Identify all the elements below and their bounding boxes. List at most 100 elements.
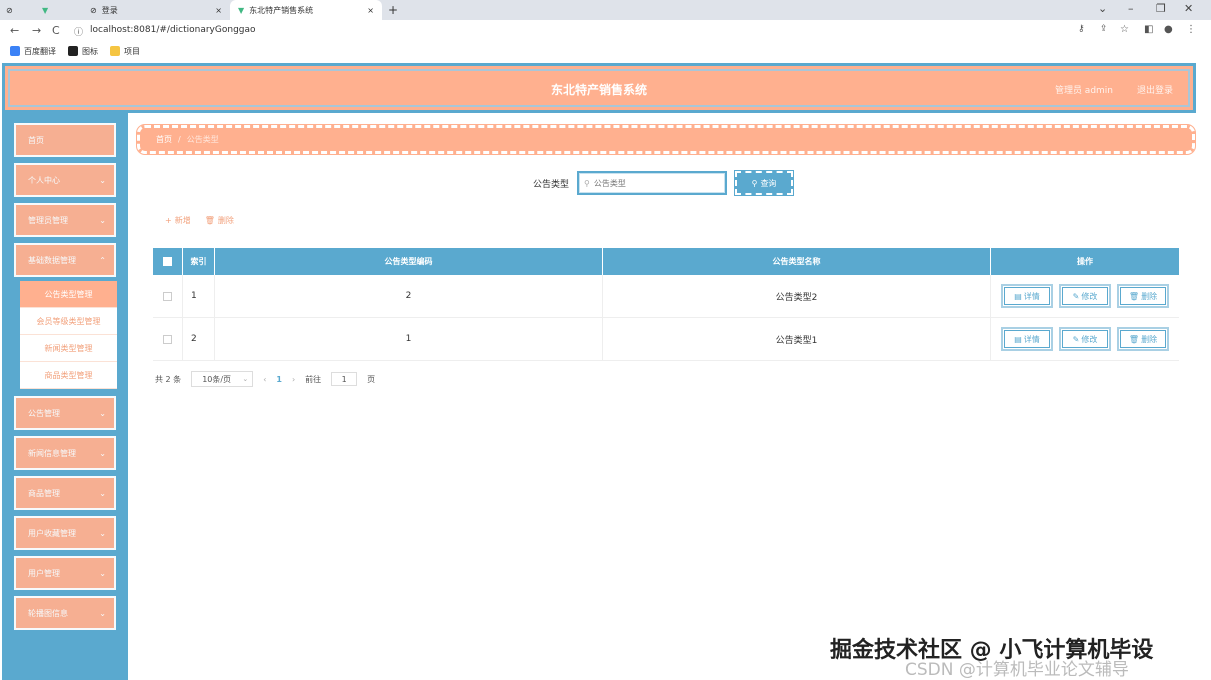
- sidepanel-icon[interactable]: ◧: [1144, 24, 1153, 35]
- header-name: 公告类型名称: [603, 248, 991, 275]
- url-input[interactable]: localhost:8081/#/dictionaryGonggao: [90, 25, 256, 35]
- share-icon[interactable]: ⇪: [1100, 24, 1108, 34]
- add-button[interactable]: + 新增: [165, 215, 191, 226]
- chevron-down-icon: ⌄: [99, 175, 106, 185]
- new-tab-icon[interactable]: +: [388, 0, 398, 20]
- sidebar: 首页 个人中心 ⌄ 管理员管理 ⌄ 基础数据管理 ⌃ 公告类型管理 会员等级类型…: [2, 113, 128, 680]
- translate-icon: [10, 46, 20, 56]
- sidebar-item-carousel[interactable]: 轮播图信息 ⌄: [14, 596, 116, 630]
- search-button[interactable]: ⚲ 查询: [734, 170, 795, 196]
- header-code: 公告类型编码: [215, 248, 603, 275]
- sidebar-item-notice[interactable]: 公告管理 ⌄: [14, 396, 116, 430]
- row-checkbox-cell: [153, 275, 183, 317]
- logout-link[interactable]: 退出登录: [1137, 83, 1173, 96]
- browser-vue-icon[interactable]: ▼: [42, 0, 48, 20]
- sidebar-item-label: 基础数据管理: [28, 255, 76, 265]
- edit-button[interactable]: ✎ 修改: [1059, 327, 1111, 351]
- goto-page-input[interactable]: 1: [331, 372, 358, 386]
- delete-label: 删除: [1141, 291, 1158, 301]
- submenu-item-member-level[interactable]: 会员等级类型管理: [20, 308, 117, 335]
- tab-app[interactable]: ▼ 东北特产销售系统 ×: [230, 0, 382, 20]
- header-operations: 操作: [1077, 257, 1093, 266]
- globe-icon: ⊘: [90, 5, 97, 15]
- submenu-item-notice-type[interactable]: 公告类型管理: [20, 281, 117, 308]
- row-code: 2: [215, 275, 603, 317]
- search-field[interactable]: ⚲: [577, 171, 728, 195]
- profile-icon[interactable]: ●: [1164, 24, 1173, 35]
- sidebar-item-users[interactable]: 用户管理 ⌄: [14, 556, 116, 590]
- minimize-icon[interactable]: –: [1128, 2, 1134, 15]
- row-index: 1: [183, 275, 215, 317]
- app-title: 东北特产销售系统: [550, 83, 647, 97]
- sidebar-item-label: 轮播图信息: [28, 608, 68, 618]
- page-size-select[interactable]: 10条/页 ⌄: [191, 371, 254, 387]
- submenu-item-goods-type[interactable]: 商品类型管理: [20, 362, 117, 389]
- delete-button[interactable]: 🗑 删除: [1117, 284, 1169, 308]
- detail-button[interactable]: ▤ 详情: [1001, 284, 1053, 308]
- breadcrumb-current: 公告类型: [186, 135, 219, 144]
- edit-label: 修改: [1081, 291, 1098, 301]
- watermark-csdn: CSDN @计算机毕业论文辅导: [905, 660, 1129, 680]
- document-icon: ▤: [1014, 291, 1022, 301]
- tab-login-label: 登录: [101, 5, 118, 15]
- star-icon[interactable]: ☆: [1120, 24, 1129, 35]
- prev-page-icon[interactable]: ‹: [263, 375, 266, 384]
- chevron-down-icon: ⌄: [99, 568, 106, 578]
- browser-globe-icon[interactable]: ⊘: [6, 0, 13, 20]
- sidebar-item-label: 新闻信息管理: [28, 448, 76, 458]
- sidebar-item-base-data[interactable]: 基础数据管理 ⌃: [14, 243, 116, 277]
- delete-button[interactable]: 🗑 删除: [1117, 327, 1169, 351]
- chevron-down-icon[interactable]: ⌄: [1098, 2, 1107, 15]
- chevron-up-icon: ⌃: [99, 255, 106, 265]
- page-number[interactable]: 1: [276, 375, 282, 384]
- trash-icon: 🗑: [1128, 334, 1140, 344]
- key-icon[interactable]: ⚷: [1078, 24, 1085, 34]
- page-size-value: 10条/页: [202, 374, 232, 384]
- reload-icon[interactable]: C: [52, 24, 60, 37]
- bookmark-icons[interactable]: 图标: [68, 46, 98, 57]
- info-icon[interactable]: ⓘ: [74, 25, 83, 38]
- chevron-down-icon: ⌄: [99, 215, 106, 225]
- bookmark-baidu-translate[interactable]: 百度翻译: [10, 46, 56, 57]
- sidebar-item-goods[interactable]: 商品管理 ⌄: [14, 476, 116, 510]
- back-icon[interactable]: ←: [10, 24, 19, 37]
- page-unit-label: 页: [367, 374, 376, 384]
- search-icon: ⚲: [584, 178, 590, 188]
- close-icon[interactable]: ×: [215, 6, 222, 15]
- menu-icon[interactable]: ⋮: [1186, 24, 1196, 35]
- delete-label: 删除: [1141, 334, 1158, 344]
- row-operations: ▤ 详情 ✎ 修改 🗑 删除: [991, 318, 1179, 360]
- restore-icon[interactable]: ❐: [1156, 2, 1166, 15]
- sidebar-item-profile[interactable]: 个人中心 ⌄: [14, 163, 116, 197]
- detail-button[interactable]: ▤ 详情: [1001, 327, 1053, 351]
- current-user: 管理员 admin: [1054, 86, 1113, 96]
- close-icon[interactable]: ×: [367, 6, 374, 15]
- window-close-icon[interactable]: ✕: [1184, 2, 1193, 15]
- bookmark-project[interactable]: 项目: [110, 46, 140, 57]
- edit-button[interactable]: ✎ 修改: [1059, 284, 1111, 308]
- forward-icon[interactable]: →: [32, 24, 41, 37]
- sidebar-item-label: 商品管理: [28, 488, 60, 498]
- search-input[interactable]: [593, 178, 714, 188]
- row-checkbox-cell: [153, 318, 183, 360]
- sidebar-item-label: 用户管理: [28, 568, 60, 578]
- submenu-item-news-type[interactable]: 新闻类型管理: [20, 335, 117, 362]
- next-page-icon[interactable]: ›: [292, 375, 295, 384]
- row-checkbox[interactable]: [163, 334, 172, 344]
- sidebar-item-admin[interactable]: 管理员管理 ⌄: [14, 203, 116, 237]
- search-button-label: 查询: [760, 178, 777, 188]
- sidebar-submenu: 公告类型管理 会员等级类型管理 新闻类型管理 商品类型管理: [20, 281, 117, 389]
- detail-label: 详情: [1023, 334, 1040, 344]
- sidebar-item-news[interactable]: 新闻信息管理 ⌄: [14, 436, 116, 470]
- breadcrumb-home[interactable]: 首页: [156, 134, 172, 145]
- table-row: 2 1 公告类型1 ▤ 详情 ✎ 修改 🗑 删除: [153, 318, 1179, 361]
- chevron-down-icon: ⌄: [99, 488, 106, 498]
- table-header: 索引 公告类型编码 公告类型名称 操作: [153, 248, 1179, 275]
- row-checkbox[interactable]: [163, 291, 172, 301]
- select-all-checkbox[interactable]: [163, 257, 172, 266]
- sidebar-item-home[interactable]: 首页: [14, 123, 116, 157]
- tab-login[interactable]: ⊘ 登录 ×: [86, 0, 226, 20]
- batch-delete-button[interactable]: 🗑 删除: [205, 215, 234, 226]
- sidebar-item-favorites[interactable]: 用户收藏管理 ⌄: [14, 516, 116, 550]
- pencil-icon: ✎: [1072, 291, 1080, 301]
